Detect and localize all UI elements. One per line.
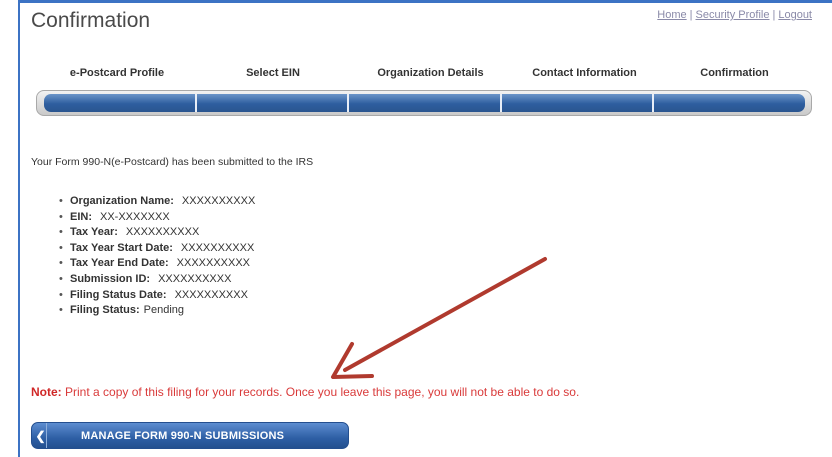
submission-message: Your Form 990-N(e-Postcard) has been sub… (31, 156, 314, 168)
detail-label: Tax Year End Date: (70, 257, 169, 270)
progress-segment (502, 94, 655, 112)
detail-value: XXXXXXXXXX (125, 226, 200, 239)
manage-form-990n-submissions-button[interactable]: ❮ MANAGE FORM 990-N SUBMISSIONS (31, 422, 349, 449)
detail-label: Organization Name: (70, 195, 174, 207)
detail-tax-year-start: Tax Year Start Date: XXXXXXXXXX (59, 241, 255, 257)
detail-tax-year: Tax Year: XXXXXXXXXX (59, 225, 255, 241)
note-message: Note: Print a copy of this filing for yo… (31, 385, 579, 399)
top-links: Home | Security Profile | Logout (657, 9, 812, 21)
detail-value: XX-XXXXXXX (100, 210, 170, 223)
frame-top-border (18, 0, 832, 3)
detail-submission-id: Submission ID: XXXXXXXXXX (59, 272, 255, 288)
detail-value: Pending (143, 304, 185, 317)
detail-value: XXXXXXXXXX (158, 272, 232, 285)
progress-steps: e-Postcard Profile Select EIN Organizati… (37, 67, 812, 87)
note-text: Print a copy of this filing for your rec… (65, 385, 580, 399)
detail-organization-name: Organization Name: XXXXXXXXXX (59, 194, 255, 210)
detail-label: Tax Year: (70, 226, 118, 239)
security-profile-link[interactable]: Security Profile (696, 9, 770, 21)
step-confirmation: Confirmation (700, 67, 769, 79)
progress-bar-fill (44, 94, 805, 112)
detail-filing-status: Filing Status:Pending (59, 303, 255, 319)
detail-filing-status-date: Filing Status Date: XXXXXXXXXX (59, 288, 255, 304)
detail-label: EIN: (70, 210, 92, 223)
progress-segment (654, 94, 805, 112)
detail-value: XXXXXXXXXX (174, 288, 248, 301)
note-label: Note: (31, 385, 62, 399)
step-epostcard-profile: e-Postcard Profile (69, 67, 165, 79)
detail-tax-year-end: Tax Year End Date: XXXXXXXXXX (59, 256, 255, 272)
detail-value: XXXXXXXXXX (176, 257, 251, 270)
step-contact-information: Contact Information (532, 67, 637, 79)
detail-label: Tax Year Start Date: (70, 241, 173, 254)
link-separator: | (772, 9, 776, 21)
chevron-left-icon: ❮ (35, 423, 47, 448)
detail-label: Filing Status Date: (70, 288, 167, 301)
logout-link[interactable]: Logout (778, 9, 812, 21)
frame-left-border (18, 0, 20, 457)
progress-segment (44, 94, 197, 112)
page-title: Confirmation (31, 9, 151, 32)
detail-value: XXXXXXXXXX (180, 241, 255, 254)
progress-bar (36, 90, 812, 116)
home-link[interactable]: Home (657, 9, 686, 21)
detail-label: Filing Status: (70, 304, 140, 317)
detail-value: XXXXXXXXXX (181, 195, 256, 207)
link-separator: | (689, 9, 693, 21)
progress-segment (349, 94, 502, 112)
progress-segment (197, 94, 350, 112)
detail-label: Submission ID: (70, 272, 151, 285)
button-label: MANAGE FORM 990-N SUBMISSIONS (81, 429, 285, 442)
step-organization-details: Organization Details (377, 67, 484, 79)
filing-details-list: Organization Name: XXXXXXXXXX EIN: XX-XXXX… (59, 194, 255, 319)
step-select-ein: Select EIN (246, 67, 300, 79)
detail-ein: EIN: XX-XXXXXXX (59, 210, 255, 226)
